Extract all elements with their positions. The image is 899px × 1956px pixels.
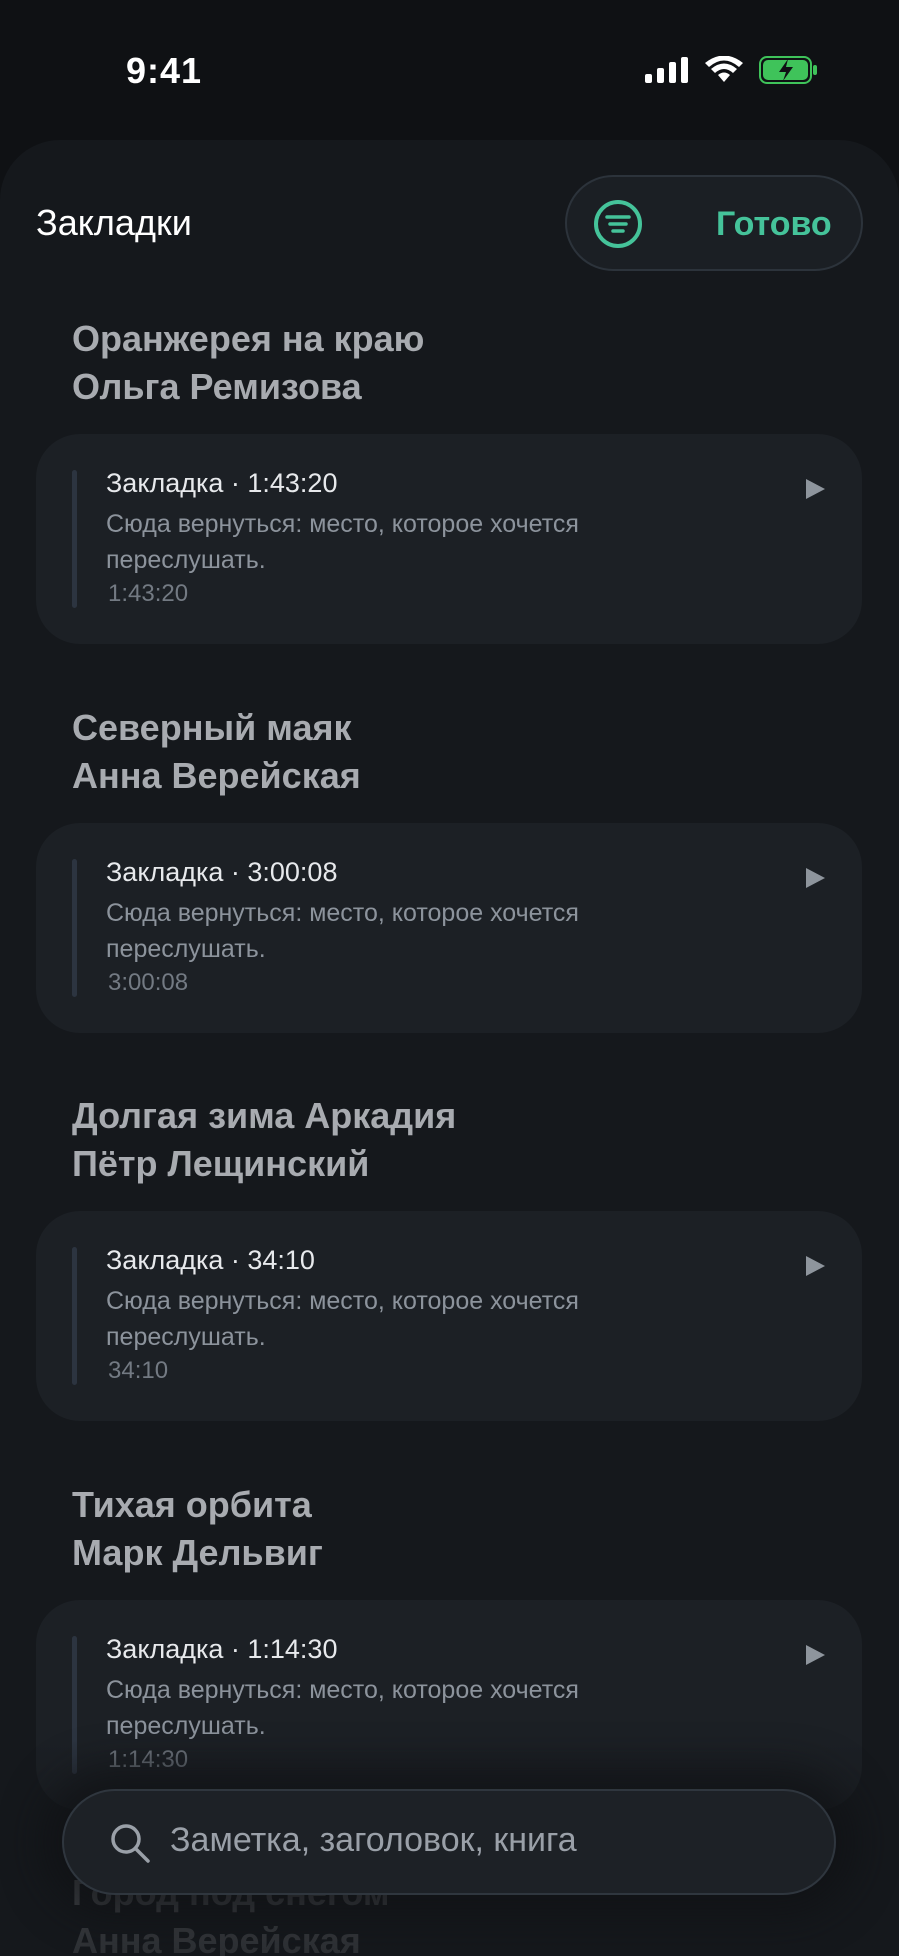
- play-icon[interactable]: [802, 476, 828, 502]
- book-title: Северный маяк: [72, 707, 352, 748]
- book-header: Северный маяк Анна Верейская: [72, 704, 361, 800]
- search-icon: [111, 1824, 150, 1863]
- status-time: 9:41: [126, 50, 203, 91]
- card-accent-bar: [72, 470, 77, 608]
- bookmark-time: 1:43:20: [108, 580, 189, 607]
- bookmark-card[interactable]: Закладка · 34:10 Сюда вернуться: место, …: [36, 1211, 862, 1421]
- bookmark-note: Сюда вернуться: место, которое хочется п…: [106, 1287, 579, 1351]
- book-author: Марк Дельвиг: [72, 1532, 323, 1573]
- book-title: Долгая зима Аркадия: [72, 1095, 457, 1136]
- signal-icon: [645, 57, 688, 83]
- search-input[interactable]: Заметка, заголовок, книга: [170, 1821, 577, 1860]
- bookmark-heading: Закладка · 34:10: [106, 1245, 315, 1275]
- bookmark-time: 34:10: [108, 1357, 169, 1384]
- done-pill: Готово: [565, 175, 863, 271]
- bookmark-heading: Закладка · 1:43:20: [106, 468, 338, 498]
- book-author: Анна Верейская: [72, 755, 361, 796]
- filter-icon[interactable]: [591, 197, 645, 251]
- book-title: Оранжерея на краю: [72, 318, 425, 359]
- bookmark-note: Сюда вернуться: место, которое хочется п…: [106, 899, 579, 963]
- bookmark-card[interactable]: Закладка · 1:14:30 Сюда вернуться: место…: [36, 1600, 862, 1810]
- book-author: Анна Верейская: [72, 1920, 361, 1956]
- book-header: Оранжерея на краю Ольга Ремизова: [72, 315, 424, 411]
- bookmark-note: Сюда вернуться: место, которое хочется п…: [106, 510, 579, 574]
- sheet-header: Закладки Готово: [0, 140, 899, 280]
- card-accent-bar: [72, 1247, 77, 1385]
- battery-charging-icon: [759, 56, 817, 84]
- status-icons: [645, 56, 819, 84]
- wifi-icon: [705, 56, 743, 82]
- book-author: Ольга Ремизова: [72, 366, 362, 407]
- book-header: Тихая орбита Марк Дельвиг: [72, 1481, 323, 1577]
- play-icon[interactable]: [802, 865, 828, 891]
- bookmark-note: Сюда вернуться: место, которое хочется п…: [106, 1676, 579, 1740]
- status-bar: 9:41: [0, 0, 899, 140]
- book-author: Пётр Лещинский: [72, 1143, 370, 1184]
- bookmark-time: 1:14:30: [108, 1746, 189, 1773]
- bookmark-time: 3:00:08: [108, 969, 189, 996]
- search-field[interactable]: Заметка, заголовок, книга: [62, 1789, 836, 1895]
- card-accent-bar: [72, 859, 77, 997]
- card-accent-bar: [72, 1636, 77, 1774]
- bookmarks-sheet: Закладки Готово Оранжерея на краю Ольга …: [0, 140, 899, 1956]
- play-icon[interactable]: [802, 1642, 828, 1668]
- book-title: Тихая орбита: [72, 1484, 312, 1525]
- bookmark-card[interactable]: Закладка · 3:00:08 Сюда вернуться: место…: [36, 823, 862, 1033]
- bookmark-heading: Закладка · 3:00:08: [106, 857, 338, 887]
- book-header: Долгая зима Аркадия Пётр Лещинский: [72, 1092, 456, 1188]
- page-title: Закладки: [36, 202, 192, 243]
- done-button[interactable]: Готово: [716, 205, 832, 244]
- play-icon[interactable]: [802, 1253, 828, 1279]
- bookmark-heading: Закладка · 1:14:30: [106, 1634, 338, 1664]
- bookmark-card[interactable]: Закладка · 1:43:20 Сюда вернуться: место…: [36, 434, 862, 644]
